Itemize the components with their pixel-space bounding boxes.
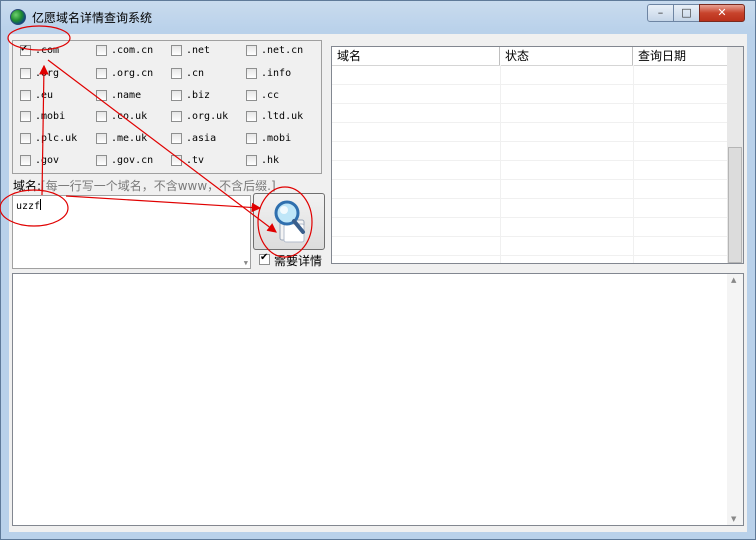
need-detail-check-icon[interactable] [259,252,270,265]
window-title: 亿愿域名详情查询系统 [32,11,153,25]
list-row-line [332,122,729,123]
tld-label: .mobi [261,133,292,144]
tld-label: .net.cn [261,45,304,56]
domain-label-text: 域名: [13,179,42,193]
tld-label: .name [111,90,142,101]
list-column-line [633,65,634,263]
list-row-line [332,236,729,237]
tld-label: .ltd.uk [261,111,304,122]
tld-label: .tv [186,155,205,166]
tld-label: .info [261,68,292,79]
checkbox-icon[interactable] [246,133,257,144]
checkbox-icon[interactable] [171,68,182,79]
list-scrollbar[interactable] [727,47,743,263]
tld-label: .org.uk [186,111,229,122]
checkbox-icon[interactable] [96,90,107,101]
main-window: 亿愿域名详情查询系统 – □ ✕ .com .com.cn .net .net.cn.… [0,0,756,540]
checkbox-icon[interactable] [171,133,182,144]
domain-input-value: uzzf [16,201,41,212]
list-row-line [332,255,729,256]
checkbox-icon[interactable] [246,90,257,101]
result-list[interactable]: 域名 状态 查询日期 [331,46,744,264]
list-row-line [332,179,729,180]
title-bar[interactable]: 亿愿域名详情查询系统 – □ ✕ [1,1,755,33]
tld-label: .eu [35,90,54,101]
domain-label: 域名:[每一行写一个域名，不含www，不含后缀.] [13,177,276,194]
checkbox-icon[interactable] [246,45,257,56]
output-scrollbar[interactable]: ▲ ▼ [727,274,743,525]
checkbox-icon[interactable] [20,43,31,56]
checkbox-icon[interactable] [96,68,107,79]
checkbox-icon[interactable] [20,133,31,144]
tld-label: .hk [261,155,280,166]
tld-label: .biz [186,90,211,101]
domain-textarea[interactable]: uzzf ▼ [12,195,251,269]
search-button[interactable] [253,193,325,250]
list-row-line [332,84,729,85]
need-detail-label: 需要详情 [274,254,323,268]
list-row-line [332,217,729,218]
scroll-up-arrow-icon[interactable]: ▲ [731,276,736,284]
tld-label: .com [35,45,60,56]
list-row-line [332,160,729,161]
scroll-down-arrow-icon[interactable]: ▼ [731,515,736,523]
magnifier-icon [274,200,305,243]
checkbox-icon[interactable] [20,90,31,101]
tld-label: .gov.cn [111,155,154,166]
list-row-line [332,198,729,199]
tld-label: .plc.uk [35,133,78,144]
column-header-date[interactable]: 查询日期 [633,47,729,65]
globe-icon [10,9,26,25]
tld-label: .me.uk [111,133,148,144]
tld-label: .com.cn [111,45,154,56]
tld-checkbox-panel: .com .com.cn .net .net.cn .org .org.cn .cn .inf… [12,40,322,174]
checkbox-icon[interactable] [246,111,257,122]
checkbox-icon[interactable] [246,155,257,166]
tld-label: .org.cn [111,68,154,79]
list-column-line [500,65,501,263]
tld-label: .org [35,68,60,79]
tld-label: .net [186,45,211,56]
tld-label: .gov [35,155,60,166]
checkbox-icon[interactable] [96,133,107,144]
checkbox-icon[interactable] [171,45,182,56]
checkbox-icon[interactable] [20,111,31,122]
checkbox-icon[interactable] [171,155,182,166]
tld-label: .co.uk [111,111,148,122]
list-scroll-thumb[interactable] [728,147,742,263]
checkbox-icon[interactable] [246,68,257,79]
list-header: 域名 状态 查询日期 [332,47,729,66]
scroll-down-arrow-icon[interactable]: ▼ [244,259,248,267]
detail-output-area[interactable]: ▲ ▼ [12,273,744,526]
checkbox-icon[interactable] [20,155,31,166]
column-header-domain[interactable]: 域名 [332,47,500,65]
checkbox-icon[interactable] [96,155,107,166]
domain-hint: [每一行写一个域名，不含www，不含后缀.] [41,179,276,193]
checkbox-icon[interactable] [96,45,107,56]
minimize-button[interactable]: – [647,4,674,22]
text-caret [40,199,42,210]
client-area: .com .com.cn .net .net.cn .org .org.cn .cn .inf… [9,34,747,532]
list-row-line [332,103,729,104]
maximize-button[interactable]: □ [673,4,700,22]
checkbox-icon[interactable] [96,111,107,122]
tld-label: .asia [186,133,217,144]
list-row-line [332,141,729,142]
tld-label: .cc [261,90,280,101]
tld-label: .cn [186,68,205,79]
column-header-status[interactable]: 状态 [500,47,633,65]
checkbox-icon[interactable] [171,111,182,122]
checkbox-icon[interactable] [171,90,182,101]
close-button[interactable]: ✕ [699,4,745,22]
tld-label: .mobi [35,111,66,122]
checkbox-icon[interactable] [20,68,31,79]
